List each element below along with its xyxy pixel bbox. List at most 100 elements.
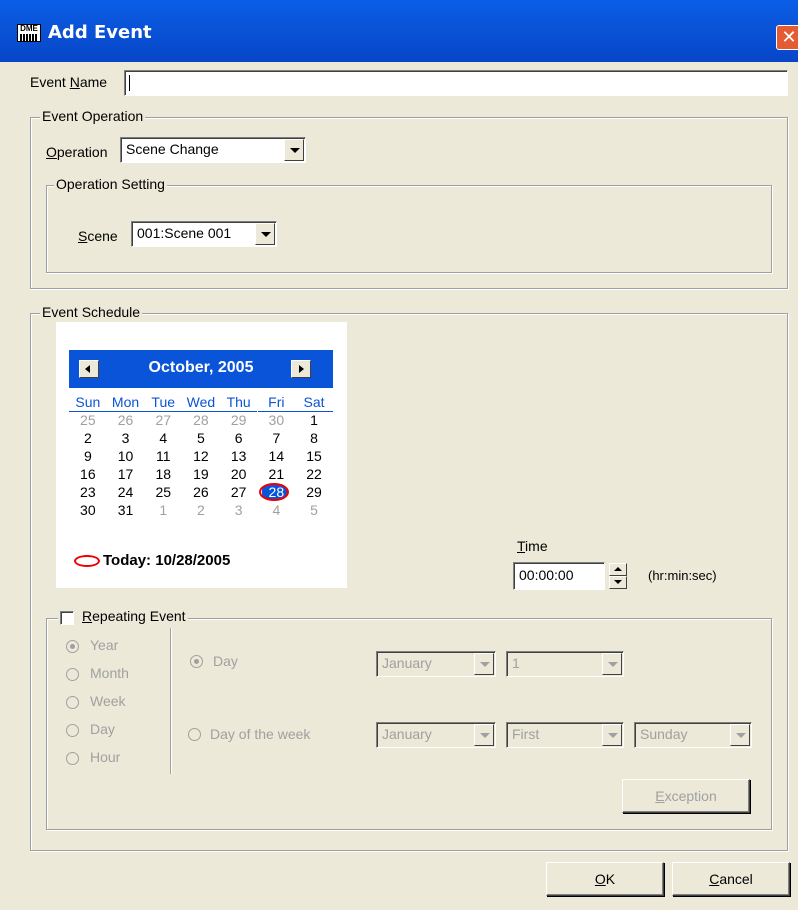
today-ring-icon xyxy=(74,555,100,568)
calendar-day[interactable]: 18 xyxy=(144,465,182,483)
calendar-day[interactable]: 6 xyxy=(220,429,258,447)
time-label: Time xyxy=(517,538,548,554)
time-spinner[interactable] xyxy=(609,563,627,589)
spin-down-icon[interactable] xyxy=(609,576,627,589)
calendar-day[interactable]: 23 xyxy=(69,483,107,501)
operation-select[interactable]: Scene Change xyxy=(120,137,306,163)
dow-month-select[interactable]: January xyxy=(376,722,496,748)
chevron-down-icon[interactable] xyxy=(602,724,622,746)
calendar-day[interactable]: 30 xyxy=(258,411,296,429)
calendar-day[interactable]: 11 xyxy=(144,447,182,465)
calendar-day[interactable]: 26 xyxy=(107,411,145,429)
calendar-day[interactable]: 16 xyxy=(69,465,107,483)
time-input[interactable]: 00:00:00 xyxy=(513,562,605,590)
calendar-day[interactable]: 3 xyxy=(107,429,145,447)
day-option-radio[interactable] xyxy=(190,655,203,668)
calendar-day[interactable]: 1 xyxy=(295,411,333,429)
calendar-day[interactable]: 29 xyxy=(220,411,258,429)
calendar-day[interactable]: 7 xyxy=(258,429,296,447)
period-radio-month[interactable] xyxy=(66,668,79,681)
add-event-dialog: DME Add Event ✕ Event Name Event Operati… xyxy=(0,0,798,910)
chevron-down-icon[interactable] xyxy=(255,223,275,245)
calendar-day[interactable]: 12 xyxy=(182,447,220,465)
spin-up-icon[interactable] xyxy=(609,563,627,576)
calendar-week-row: 25 26 27 28 29 30 1 xyxy=(69,411,333,429)
exception-button[interactable]: Exception xyxy=(622,779,750,813)
calendar-dow-label: Sat xyxy=(295,393,333,412)
day-month-value: January xyxy=(382,655,432,671)
dow-weekday-select[interactable]: Sunday xyxy=(634,722,752,748)
next-month-button[interactable] xyxy=(291,360,311,378)
dow-week-select[interactable]: First xyxy=(506,722,624,748)
calendar-dow-label: Mon xyxy=(106,393,145,412)
calendar-day[interactable]: 2 xyxy=(69,429,107,447)
app-logo-text: DME xyxy=(20,24,38,33)
repeating-event-checkbox[interactable] xyxy=(60,611,74,625)
dow-week-value: First xyxy=(512,726,540,742)
chevron-down-icon[interactable] xyxy=(474,653,494,675)
repeating-event-header[interactable]: Repeating Event xyxy=(58,608,188,624)
calendar-day[interactable]: 19 xyxy=(182,465,220,483)
calendar-day[interactable]: 24 xyxy=(107,483,145,501)
calendar-day[interactable]: 1 xyxy=(144,501,182,519)
dow-month-value: January xyxy=(382,726,432,742)
period-radio-year[interactable] xyxy=(66,640,79,653)
day-month-select[interactable]: January xyxy=(376,651,496,677)
calendar-day[interactable]: 9 xyxy=(69,447,107,465)
calendar-day[interactable]: 4 xyxy=(144,429,182,447)
calendar-day[interactable]: 5 xyxy=(295,501,333,519)
calendar-day[interactable]: 27 xyxy=(144,411,182,429)
event-schedule-group-label: Event Schedule xyxy=(40,304,143,320)
calendar-day[interactable]: 20 xyxy=(220,465,258,483)
period-radio-day[interactable] xyxy=(66,724,79,737)
ok-button[interactable]: OK xyxy=(546,862,664,896)
calendar-day[interactable]: 26 xyxy=(182,483,220,501)
calendar-week-row: 16 17 18 19 20 21 22 xyxy=(69,465,333,483)
calendar-day[interactable]: 10 xyxy=(107,447,145,465)
event-name-input[interactable] xyxy=(124,70,788,96)
calendar-day[interactable]: 8 xyxy=(295,429,333,447)
calendar-day[interactable]: 13 xyxy=(220,447,258,465)
calendar-dow-label: Thu xyxy=(219,393,258,412)
calendar-grid: Sun Mon Tue Wed Thu Fri Sat 25 26 27 28 29 30 1 2 3 4 5 6 7… xyxy=(69,393,333,519)
today-ring-icon xyxy=(258,483,289,501)
chevron-down-icon[interactable] xyxy=(284,139,304,161)
calendar-day[interactable]: 17 xyxy=(107,465,145,483)
period-radio-hour[interactable] xyxy=(66,752,79,765)
chevron-down-icon[interactable] xyxy=(602,653,622,675)
day-option-label: Day xyxy=(213,653,238,669)
period-label-hour: Hour xyxy=(90,749,121,765)
calendar-day[interactable]: 30 xyxy=(69,501,107,519)
close-button[interactable]: ✕ xyxy=(776,25,798,50)
divider xyxy=(170,628,171,774)
calendar-day[interactable]: 15 xyxy=(295,447,333,465)
calendar-week-row: 23 24 25 26 27 28 29 xyxy=(69,483,333,501)
calendar-day[interactable]: 3 xyxy=(220,501,258,519)
period-radio-week[interactable] xyxy=(66,696,79,709)
calendar-today[interactable]: Today: 10/28/2005 xyxy=(74,552,230,569)
calendar-day[interactable]: 5 xyxy=(182,429,220,447)
dow-weekday-value: Sunday xyxy=(640,726,688,742)
chevron-down-icon[interactable] xyxy=(730,724,750,746)
calendar-day[interactable]: 27 xyxy=(220,483,258,501)
calendar-day[interactable]: 14 xyxy=(258,447,296,465)
dow-option-radio[interactable] xyxy=(188,728,201,741)
calendar-day[interactable]: 29 xyxy=(295,483,333,501)
calendar-day[interactable]: 25 xyxy=(69,411,107,429)
calendar-day[interactable]: 21 xyxy=(258,465,296,483)
scene-select[interactable]: 001:Scene 001 xyxy=(131,221,277,247)
calendar-day-selected[interactable]: 28 xyxy=(258,483,296,501)
period-label-month: Month xyxy=(90,665,129,681)
chevron-down-icon[interactable] xyxy=(474,724,494,746)
title-bar[interactable]: DME Add Event ✕ xyxy=(0,0,798,62)
calendar-day[interactable]: 31 xyxy=(107,501,145,519)
calendar-day[interactable]: 28 xyxy=(182,411,220,429)
calendar-day[interactable]: 25 xyxy=(144,483,182,501)
close-icon: ✕ xyxy=(781,27,797,47)
cancel-button[interactable]: Cancel xyxy=(672,862,790,896)
calendar-day[interactable]: 4 xyxy=(258,501,296,519)
calendar-day[interactable]: 2 xyxy=(182,501,220,519)
day-number-select[interactable]: 1 xyxy=(506,651,624,677)
calendar-dow-row: Sun Mon Tue Wed Thu Fri Sat xyxy=(69,393,333,412)
calendar-day[interactable]: 22 xyxy=(295,465,333,483)
